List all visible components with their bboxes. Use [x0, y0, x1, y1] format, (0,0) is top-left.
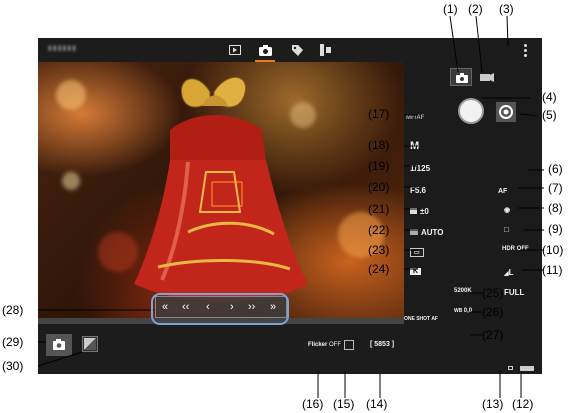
white-balance-mode[interactable]: K [410, 268, 422, 275]
focus-far-large-button[interactable]: » [270, 301, 276, 313]
callout-14: (14) [366, 397, 388, 411]
focus-near-small-button[interactable]: ‹ [206, 301, 210, 313]
aperture-value[interactable]: F5.6 [410, 186, 426, 195]
picture-style[interactable]: ▭ [410, 248, 424, 257]
remaining-shots: [ 5853 ] [370, 341, 395, 348]
wb-shift-value: 0,0 [463, 308, 473, 314]
shutter-speed[interactable]: 1/125 [410, 164, 430, 173]
shutter-button[interactable] [458, 98, 484, 124]
live-view-icon [499, 105, 513, 119]
top-bar: ▮▮▮▮▮▮ [38, 38, 542, 62]
focus-near-medium-button[interactable]: ‹‹ [182, 301, 189, 313]
bottom-bar: Flicker OFF [ 5853 ] ONE SHOT AF [38, 316, 542, 374]
live-view-image: « ‹‹ ‹ › ›› » [38, 62, 404, 318]
camera-icon [258, 44, 272, 56]
callout-27: (27) [482, 328, 504, 342]
exposure-compensation[interactable]: ±0 [410, 207, 429, 216]
callout-6: (6) [548, 162, 563, 176]
callout-24: (24) [368, 262, 390, 276]
hdr-pq[interactable]: HDR OFF [502, 246, 529, 252]
tab-tag[interactable] [288, 42, 306, 58]
callout-4: (4) [542, 90, 557, 104]
drive-mode[interactable]: □ [504, 225, 509, 234]
callout-19: (19) [368, 159, 390, 173]
battery-icon [520, 366, 534, 371]
callout-18: (18) [368, 138, 390, 152]
focus-far-small-button[interactable]: › [230, 301, 234, 313]
callout-9: (9) [548, 222, 563, 236]
iso-icon [410, 229, 418, 235]
callout-10: (10) [542, 243, 564, 257]
callout-16: (16) [302, 397, 324, 411]
quality-value: L [508, 268, 514, 277]
callout-25: (25) [482, 286, 504, 300]
movie-mode-toggle[interactable] [474, 68, 496, 86]
callout-23: (23) [368, 243, 390, 257]
callout-8: (8) [548, 201, 563, 215]
callout-20: (20) [368, 180, 390, 194]
callout-15: (15) [333, 397, 355, 411]
callout-7: (7) [548, 181, 563, 195]
callout-3: (3) [499, 2, 514, 16]
live-view-button[interactable] [496, 102, 516, 122]
app-name: ▮▮▮▮▮▮ [48, 44, 78, 52]
wb-correction[interactable]: WB 0,0 [454, 308, 472, 314]
exposure-comp-value: ±0 [420, 207, 429, 216]
white-balance-kelvin[interactable]: 5200K [454, 288, 472, 294]
callout-13: (13) [482, 397, 504, 411]
focus-far-medium-button[interactable]: ›› [248, 301, 255, 313]
exposure-sim-icon [84, 338, 96, 350]
focus-adjust-bar[interactable]: « ‹‹ ‹ › ›› » [155, 296, 287, 318]
callout-22: (22) [368, 223, 390, 237]
callout-1: (1) [443, 2, 458, 16]
diagram-stage: ▮▮▮▮▮▮ « ‹‹ ‹ › ›› » MF/AF M 1/125 F5.6 … [0, 0, 580, 413]
callout-26: (26) [482, 305, 504, 319]
zoom-level[interactable]: FULL [504, 288, 524, 297]
camera-icon [53, 339, 65, 350]
wb-shift-icon: WB [454, 308, 464, 314]
callout-5: (5) [542, 108, 557, 122]
movie-icon [480, 73, 494, 82]
hdr-pq-value: OFF [516, 246, 529, 252]
app-screen: ▮▮▮▮▮▮ « ‹‹ ‹ › ›› » MF/AF M 1/125 F5.6 … [38, 38, 542, 374]
still-camera-icon [456, 73, 468, 83]
playback-icon [229, 45, 241, 55]
image-quality[interactable]: ◢L [504, 268, 514, 277]
callout-29: (29) [2, 335, 24, 349]
shoot-mode-button[interactable] [46, 334, 72, 356]
tab-playback[interactable] [226, 42, 244, 58]
tab-camera[interactable] [256, 42, 274, 58]
settings-panel: MF/AF M 1/125 F5.6 ±0 AUTO ▭ K AF ◉ □ HD… [404, 62, 542, 324]
metering-mode[interactable]: ◉ [504, 206, 510, 214]
remote-icon [319, 44, 331, 56]
iso-speed[interactable]: AUTO [410, 228, 444, 237]
connection-icon [508, 366, 513, 370]
callout-2: (2) [468, 2, 483, 16]
callout-30: (30) [2, 359, 24, 373]
tab-remote[interactable] [316, 42, 334, 58]
focus-near-large-button[interactable]: « [162, 301, 168, 313]
exposure-simulation-toggle[interactable] [82, 336, 98, 352]
bell-ornament [134, 76, 308, 302]
mf-af-switch[interactable]: MF/AF [406, 115, 424, 121]
exposure-comp-icon [410, 208, 417, 214]
flicker-detection[interactable]: Flicker OFF [308, 342, 341, 348]
af-method[interactable]: AF [498, 188, 507, 195]
tag-icon [291, 44, 303, 56]
card-icon[interactable] [344, 340, 354, 350]
callout-12: (12) [512, 397, 534, 411]
callout-28: (28) [2, 303, 24, 317]
callout-17: (17) [368, 107, 390, 121]
af-operation[interactable]: ONE SHOT AF [404, 316, 438, 322]
shooting-mode[interactable]: M [410, 140, 419, 152]
kebab-menu-icon[interactable] [520, 42, 530, 58]
iso-value: AUTO [421, 228, 444, 237]
callout-21: (21) [368, 202, 390, 216]
flicker-value: OFF [329, 342, 342, 348]
callout-11: (11) [542, 263, 563, 277]
still-mode-toggle[interactable] [450, 68, 472, 86]
